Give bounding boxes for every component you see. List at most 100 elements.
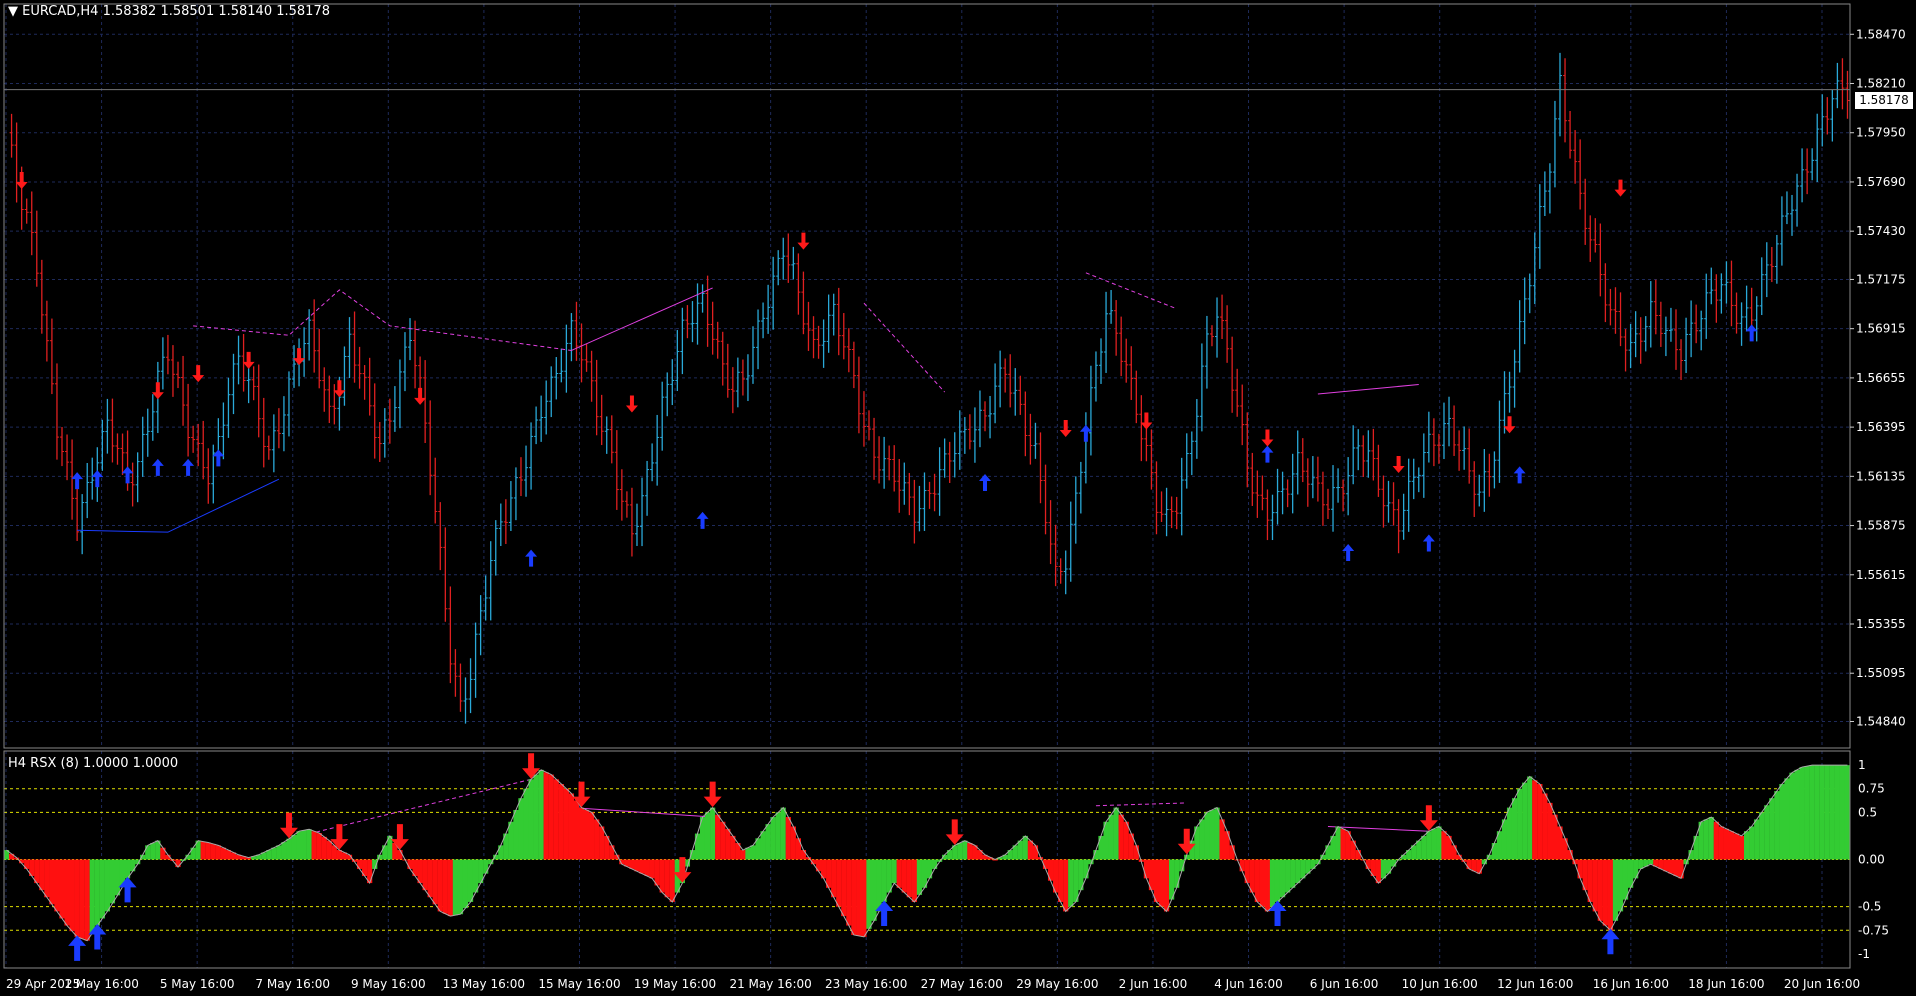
divergence-line <box>1317 384 1419 395</box>
rsx-bar <box>866 859 872 929</box>
rsx-bar <box>1027 840 1033 860</box>
rsx-bar <box>1511 798 1518 860</box>
rsx-bar <box>730 835 736 860</box>
down-arrow-icon <box>1261 429 1274 447</box>
rsx-bar <box>336 850 343 860</box>
rsx-bar <box>1612 859 1619 921</box>
rsx-bar <box>220 847 227 860</box>
rsx-bar <box>533 774 539 860</box>
rsx-bar <box>518 798 524 860</box>
down-arrow-icon <box>625 395 638 413</box>
rsx-bar <box>84 859 90 941</box>
rsx-bar <box>1491 842 1498 860</box>
rsx-bar <box>49 859 55 905</box>
rsx-bar <box>311 831 317 860</box>
rsx-bar <box>1738 835 1745 860</box>
rsx-bar <box>1587 859 1593 902</box>
rsx-bar <box>1285 859 1291 893</box>
rsx-bar <box>1421 835 1427 860</box>
rsx-bar <box>588 812 595 860</box>
rsx-bar <box>664 859 670 898</box>
rsx-bar <box>1779 784 1785 860</box>
rsx-bar <box>1622 859 1629 900</box>
rsx-bar <box>911 859 917 902</box>
rsx-bar <box>1290 859 1296 888</box>
rsx-bar <box>1713 821 1719 860</box>
rsx-bar <box>1794 769 1800 860</box>
rsx-histogram <box>3 764 1851 942</box>
divergence-line <box>571 287 713 351</box>
up-arrow-icon <box>71 472 84 490</box>
ohlc-label: 1.58382 1.58501 1.58140 1.58178 <box>102 4 330 19</box>
rsx-bar <box>1703 819 1709 860</box>
rsx-bar <box>326 840 332 860</box>
up-arrow-icon <box>1422 534 1435 552</box>
rsx-bar <box>1844 765 1851 860</box>
rsx-bar <box>1279 859 1286 898</box>
rsx-bar <box>1431 828 1437 860</box>
rsx-bar <box>573 800 580 860</box>
rsx-bar <box>578 807 585 860</box>
x-tick-label: 21 May 16:00 <box>729 977 811 991</box>
y-tick-label: 1.54840 <box>1856 714 1906 728</box>
up-arrow-icon <box>151 458 164 476</box>
symbol-header[interactable]: ▼ EURCAD,H4 1.58382 1.58501 1.58140 1.58… <box>8 4 330 19</box>
rsx-bar <box>513 809 519 860</box>
rsx-bar <box>1476 859 1482 874</box>
rsx-bar <box>1058 859 1064 902</box>
rsx-tick-label: 1 <box>1858 758 1866 772</box>
rsx-bar <box>1022 835 1028 860</box>
x-tick-label: 10 Jun 16:00 <box>1402 977 1478 991</box>
chevron-down-icon[interactable]: ▼ <box>8 4 18 19</box>
x-tick-label: 9 May 16:00 <box>351 977 426 991</box>
rsx-bar <box>1274 859 1281 902</box>
rsx-bar <box>472 859 479 893</box>
rsx-bar <box>1552 814 1558 860</box>
y-tick-label: 1.56395 <box>1856 420 1906 434</box>
y-tick-label: 1.57950 <box>1856 126 1906 140</box>
rsx-bar <box>856 859 862 936</box>
rsx-bar <box>1592 859 1598 912</box>
rsx-bar <box>629 859 635 869</box>
rsx-bar <box>583 809 590 860</box>
rsx-bar <box>599 826 605 860</box>
rsx-bar <box>437 859 443 912</box>
rsx-bar <box>1169 859 1175 900</box>
rsx-up-arrow-icon <box>1601 928 1620 955</box>
down-arrow-icon <box>242 351 255 369</box>
rsx-bar <box>1063 859 1069 912</box>
rsx-bar <box>1340 828 1346 860</box>
rsx-bar <box>1380 859 1387 879</box>
rsx-bar <box>417 859 423 884</box>
price-candles <box>9 52 1850 724</box>
x-tick-label: 19 May 16:00 <box>634 977 716 991</box>
rsx-bar <box>69 859 75 932</box>
rsx-bar <box>886 859 892 893</box>
rsx-bar <box>740 850 746 860</box>
rsx-bar <box>1295 859 1301 884</box>
rsx-bar <box>715 814 721 860</box>
rsx-bar <box>407 859 413 869</box>
down-arrow-icon <box>15 172 28 190</box>
rsx-bar <box>851 859 857 935</box>
rsx-down-arrow-icon <box>1419 805 1438 831</box>
rsx-down-arrow-icon <box>703 781 722 808</box>
down-arrow-icon <box>414 387 427 405</box>
x-tick-label: 2 Jun 16:00 <box>1119 977 1188 991</box>
down-arrow-icon <box>333 380 346 398</box>
divergence-line <box>193 289 572 351</box>
rsx-bar <box>1506 807 1513 860</box>
rsx-bar <box>64 859 70 926</box>
trading-chart[interactable]: 1.58470 1.58210 1.57950 1.57690 1.57430 1.571… <box>0 0 1916 996</box>
rsx-bar <box>538 769 544 860</box>
rsx-bar <box>1517 788 1523 860</box>
rsx-bar <box>1708 817 1714 860</box>
rsx-bar <box>1648 859 1654 865</box>
rsx-bar <box>99 859 105 919</box>
x-tick-label: 18 Jun 16:00 <box>1688 977 1764 991</box>
rsx-bar <box>553 779 559 860</box>
rsx-bar <box>1764 805 1770 860</box>
y-tick-label: 1.55615 <box>1856 568 1906 582</box>
rsx-bar <box>1249 859 1255 893</box>
x-tick-label: 6 Jun 16:00 <box>1310 977 1379 991</box>
